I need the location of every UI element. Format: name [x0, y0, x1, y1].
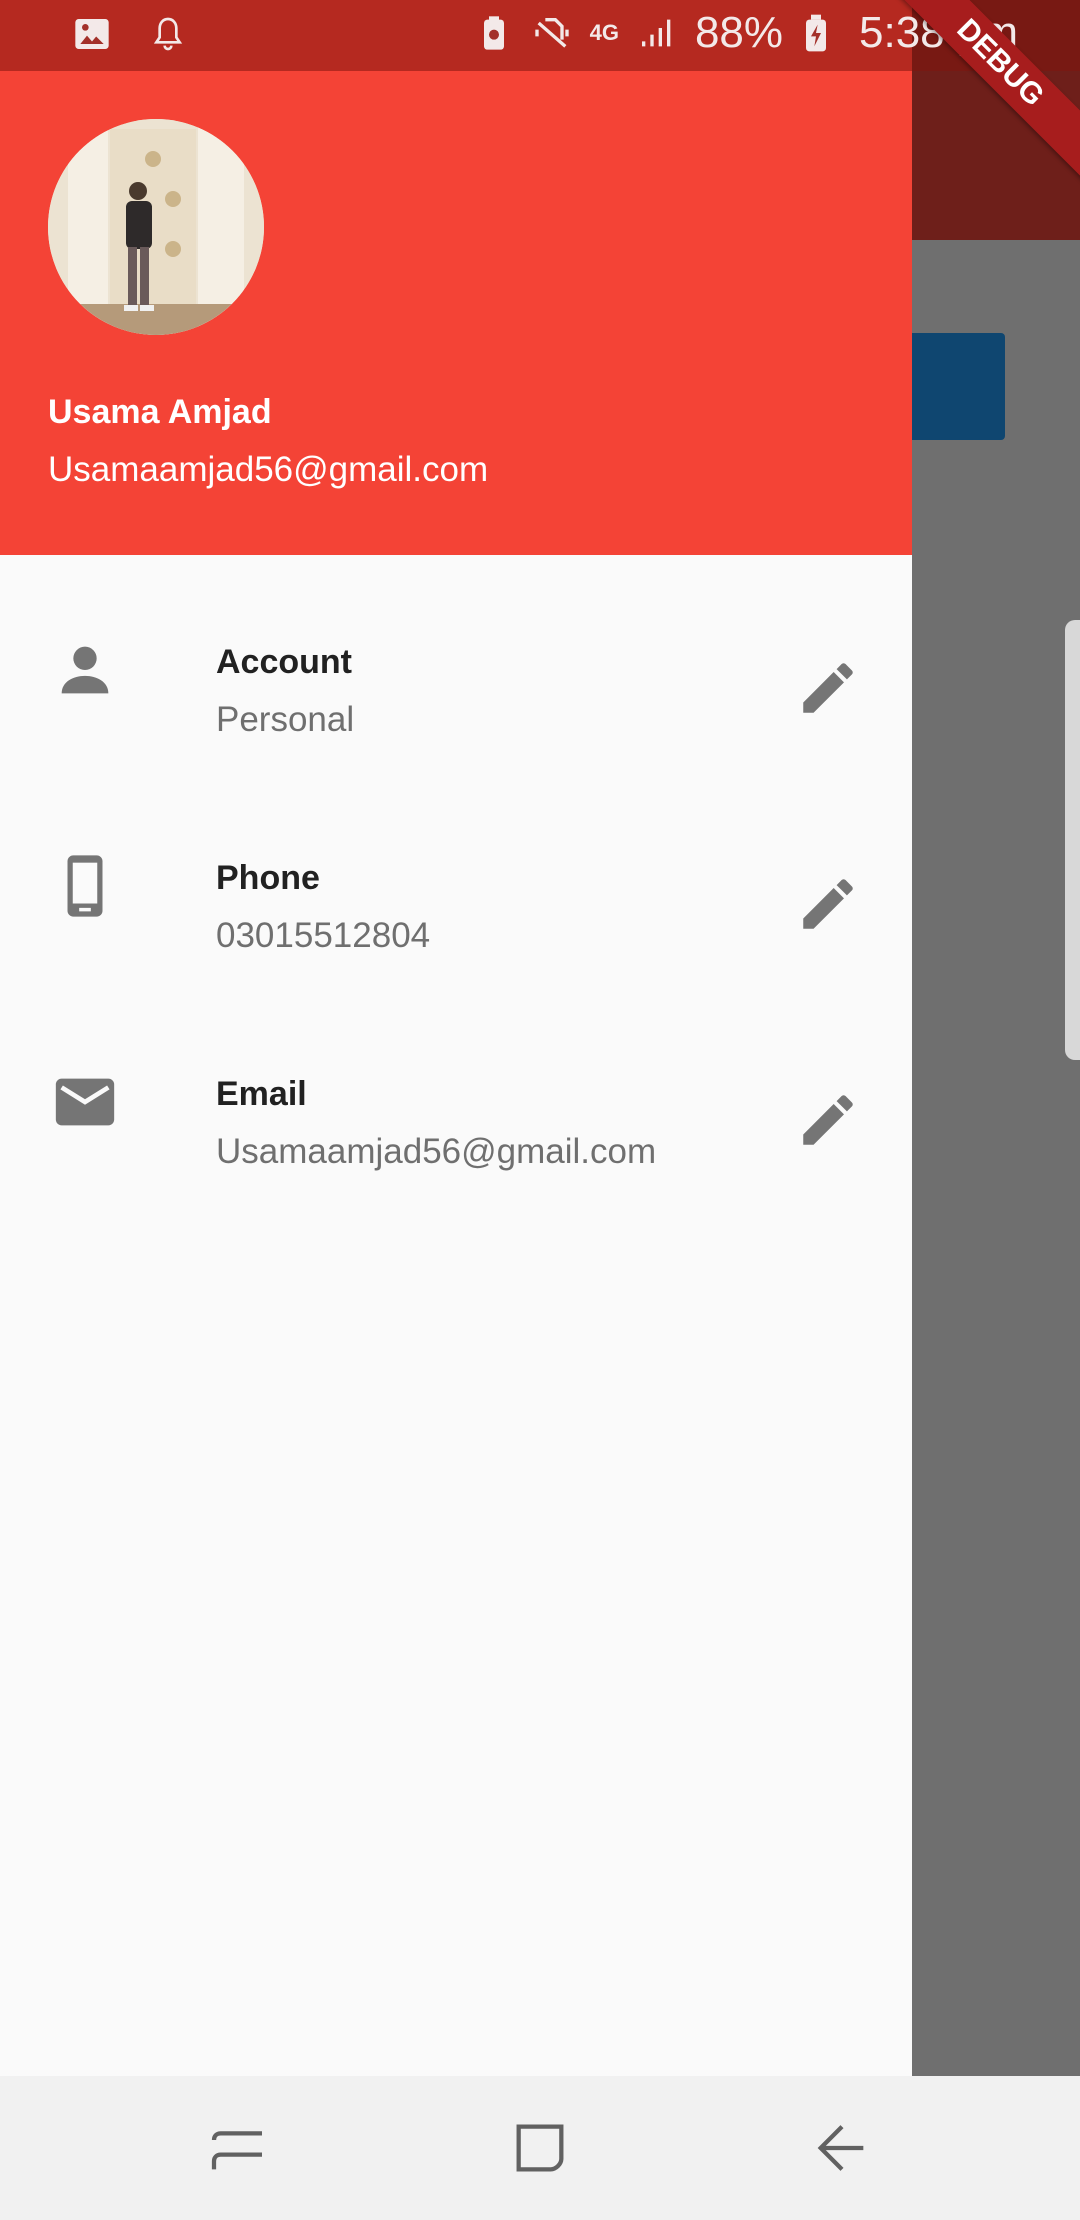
list-item-subtitle: Usamaamjad56@gmail.com — [216, 1132, 657, 1171]
back-icon[interactable] — [810, 2116, 874, 2180]
person-icon — [50, 635, 120, 705]
edit-icon[interactable] — [795, 655, 861, 721]
image-icon — [72, 14, 112, 54]
battery-charging-icon — [801, 13, 841, 53]
user-email: Usamaamjad56@gmail.com — [48, 450, 489, 489]
user-name: Usama Amjad — [48, 393, 272, 431]
recents-icon[interactable] — [206, 2116, 270, 2180]
list-item-subtitle: Personal — [216, 700, 355, 739]
drawer-list: Account Personal Phone 03015512804 Email… — [0, 555, 912, 1203]
navigation-drawer: Usama Amjad Usamaamjad56@gmail.com Accou… — [0, 0, 912, 2076]
home-icon[interactable] — [508, 2116, 572, 2180]
background-scroll-handle — [1065, 620, 1080, 1060]
notification-bell-icon — [148, 14, 188, 54]
mail-icon — [50, 1067, 120, 1137]
phone-icon — [50, 851, 120, 921]
avatar[interactable] — [48, 119, 264, 335]
drawer-header: Usama Amjad Usamaamjad56@gmail.com — [0, 0, 912, 555]
4g-icon: 4G — [589, 20, 619, 45]
edit-icon[interactable] — [795, 1087, 861, 1153]
system-nav-bar — [0, 2076, 1080, 2220]
list-item-title: Phone — [216, 859, 320, 897]
signal-icon — [637, 13, 677, 53]
list-item-phone[interactable]: Phone 03015512804 — [0, 771, 912, 987]
list-item-email[interactable]: Email Usamaamjad56@gmail.com — [0, 987, 912, 1203]
list-item-account[interactable]: Account Personal — [0, 555, 912, 771]
list-item-title: Email — [216, 1075, 307, 1113]
vibrate-mute-icon — [532, 13, 572, 53]
list-item-subtitle: 03015512804 — [216, 916, 431, 955]
edit-icon[interactable] — [795, 871, 861, 937]
battery-percent: 88% — [694, 8, 784, 57]
list-item-title: Account — [216, 643, 352, 681]
battery-saver-icon — [474, 13, 514, 53]
